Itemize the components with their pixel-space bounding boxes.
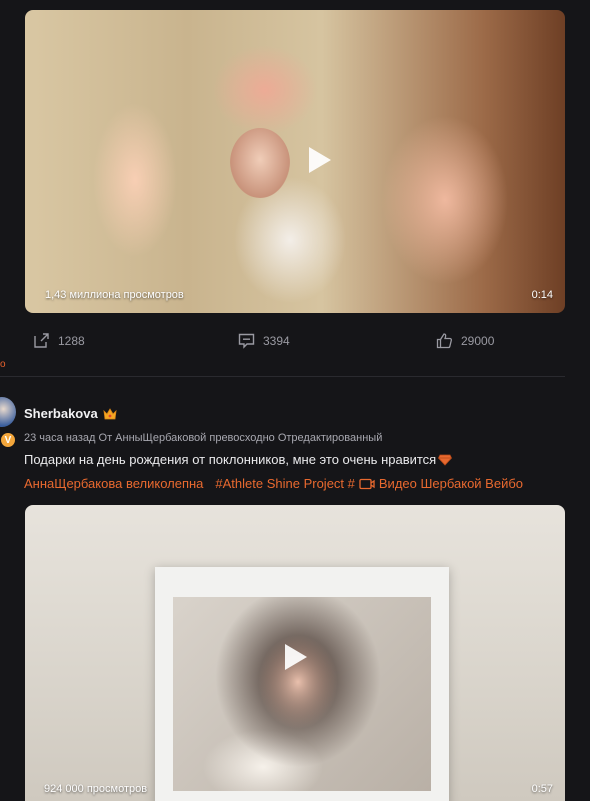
photo-book (155, 567, 449, 801)
video-duration: 0:14 (531, 289, 553, 301)
repost-count: 1288 (58, 333, 85, 348)
like-count: 29000 (461, 333, 495, 348)
tag-link-3[interactable]: Видео Шербакой Вейбо (379, 476, 523, 491)
verified-badge-icon: V (0, 432, 16, 448)
video-player-1[interactable]: 1,43 миллиона просмотров 0:14 (25, 10, 565, 313)
tag-link-1[interactable]: АннаЩербакова великолепна (24, 476, 203, 491)
crown-icon (103, 407, 117, 419)
post-actions-bar: 1288 3394 29000 (0, 332, 590, 350)
comment-button[interactable]: 3394 (238, 332, 290, 349)
video-views: 924 000 просмотров (44, 783, 148, 795)
avatar[interactable] (0, 397, 16, 427)
share-icon (34, 333, 49, 348)
post-text: Подарки на день рождения от поклонников,… (24, 452, 453, 467)
comment-icon (238, 333, 255, 349)
diamond-emoji-icon (438, 454, 453, 466)
video-duration: 0:57 (531, 783, 553, 795)
post-tags: АннаЩербакова великолепна #Athlete Shine… (24, 476, 523, 491)
book-photo (173, 597, 431, 791)
repost-button[interactable]: 1288 (33, 332, 85, 349)
thumbs-up-icon (436, 333, 453, 349)
tag-link-2[interactable]: #Athlete Shine Project # (215, 476, 354, 491)
username[interactable]: Sherbakova (24, 406, 98, 421)
video-link-icon (359, 478, 375, 490)
truncated-label: о (0, 359, 6, 370)
video-thumbnail-detail (230, 128, 290, 198)
play-icon[interactable] (301, 143, 335, 177)
post-author[interactable]: Sherbakova (24, 406, 117, 421)
post-meta: 23 часа назад От АнныЩербаковой превосхо… (24, 432, 383, 444)
play-icon[interactable] (277, 640, 311, 674)
video-player-2[interactable]: 924 000 просмотров 0:57 (25, 505, 565, 801)
video-views: 1,43 миллиона просмотров (45, 289, 184, 301)
like-button[interactable]: 29000 (436, 332, 494, 349)
comment-count: 3394 (263, 333, 290, 348)
post-text-content: Подарки на день рождения от поклонников,… (24, 452, 437, 467)
post-divider (0, 376, 565, 377)
